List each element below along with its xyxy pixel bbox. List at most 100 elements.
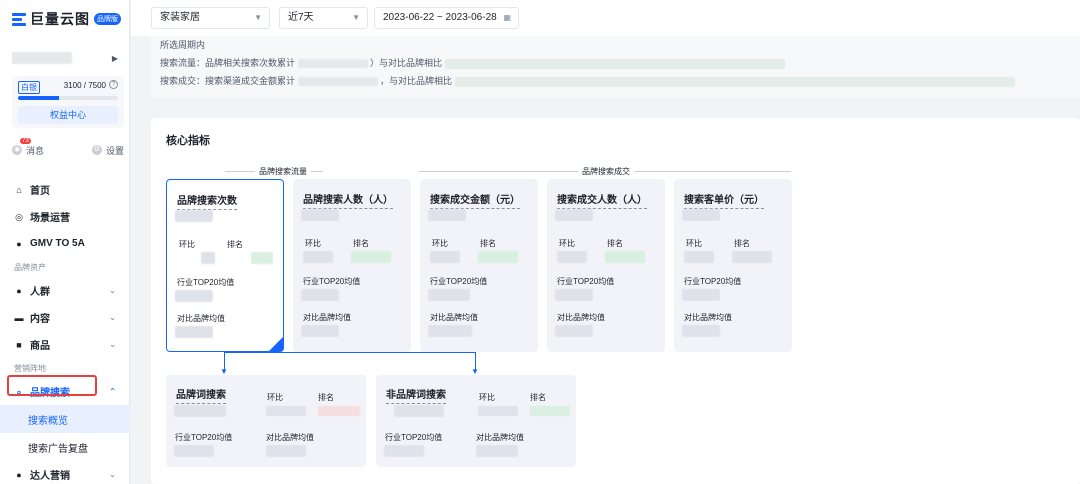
sub-card-title: 非品牌词搜索: [386, 386, 446, 404]
caret-right-icon: ▶: [111, 53, 118, 63]
messages-button[interactable]: ◉ 73 消息: [12, 138, 44, 160]
nav-gmv[interactable]: ● GMV TO 5A: [0, 230, 130, 257]
nav-talent-label: 达人营销: [30, 471, 70, 482]
filter-bar: 家装家居 ▼ 近7天 ▼ 2023-06-22 ~ 2023-06-28 ▦: [131, 0, 1080, 36]
account-switcher[interactable]: ▶: [12, 44, 118, 72]
rank-label: 排名: [530, 393, 546, 402]
scene-icon: ◎: [15, 211, 23, 222]
period-select[interactable]: 近7天 ▼: [279, 7, 368, 29]
sidebar-nav: ⌂ 首页 ◎ 场景运营 ● GMV TO 5A 品牌资产 ● 人群 ⌄ ▬ 内容 ⌄ ■ 商品 ⌄…: [0, 176, 130, 484]
account-name-redacted: [12, 52, 72, 64]
redacted-value: [444, 58, 785, 69]
mom-label: 环比: [432, 239, 448, 248]
compare-label: 对比品牌均值: [266, 433, 314, 442]
mom-label: 环比: [267, 393, 283, 402]
question-icon[interactable]: ?: [109, 80, 118, 89]
benefit-center-button[interactable]: 权益中心: [18, 106, 118, 124]
metric-card-title: 品牌搜索人数（人）: [303, 191, 393, 209]
settings-button[interactable]: ⚙ 设置: [91, 140, 124, 160]
summary-line-3-prefix: 搜索成交：搜索渠道成交金额累计: [160, 76, 296, 86]
calendar-icon: ▦: [503, 13, 511, 22]
metric-card-brand-search-count[interactable]: 品牌搜索次数 环比 排名 行业TOP20均值 对比品牌均值: [166, 179, 284, 352]
logo-icon: [12, 12, 26, 26]
nav-goods[interactable]: ■ 商品 ⌄: [0, 331, 130, 358]
bag-icon: ■: [16, 339, 22, 350]
rank-label: 排名: [353, 239, 369, 248]
nav-home-label: 首页: [30, 186, 50, 197]
period-value: 近7天: [288, 12, 314, 23]
metric-card-title: 搜索成交人数（人）: [557, 191, 647, 209]
metric-card-search-buyers[interactable]: 搜索成交人数（人） 环比 排名 行业TOP20均值 对比品牌均值: [547, 179, 665, 352]
core-metrics-title: 核心指标: [166, 135, 210, 147]
sidebar: 巨量云图 品牌版 ▶ 白银 3100 / 7500 ? 权益中心 ◉ 73 消息…: [0, 0, 130, 484]
nav-content-label: 内容: [30, 314, 50, 325]
nav-scene-label: 场景运营: [30, 213, 70, 224]
nav-search-overview[interactable]: 搜索概览: [0, 405, 130, 433]
metric-card-brand-search-users[interactable]: 品牌搜索人数（人） 环比 排名 行业TOP20均值 对比品牌均值: [293, 179, 411, 352]
compare-label: 对比品牌均值: [177, 314, 225, 323]
chevron-up-icon: ⌃: [109, 387, 116, 396]
redacted-value: [297, 77, 378, 87]
crowd-icon: ●: [16, 285, 22, 296]
nav-group-brand-assets: 品牌资产: [14, 262, 46, 272]
metric-card-search-gmv[interactable]: 搜索成交金额（元） 环比 排名 行业TOP20均值 对比品牌均值: [420, 179, 538, 352]
selected-corner-icon: [269, 337, 283, 351]
nav-content[interactable]: ▬ 内容 ⌄: [0, 304, 130, 331]
mom-label: 环比: [305, 239, 321, 248]
compare-label: 对比品牌均值: [476, 433, 524, 442]
quota-level-badge: 白银: [18, 81, 40, 94]
top20-label: 行业TOP20均值: [557, 277, 615, 286]
metric-card-title: 搜索成交金额（元）: [430, 191, 520, 209]
nav-search-ad-review[interactable]: 搜索广告复盘: [0, 433, 130, 461]
sub-card-non-brand-keyword-search[interactable]: 非品牌词搜索 环比 排名 行业TOP20均值 对比品牌均值: [376, 375, 576, 467]
core-metrics-panel: 核心指标 品牌搜索流量 品牌搜索成交 品牌搜索次数 环比 排名 行业TOP20均…: [151, 118, 1080, 484]
quota-progress: [18, 96, 118, 100]
highlight-annotation: [7, 375, 97, 396]
industry-select[interactable]: 家装家居 ▼: [151, 7, 270, 29]
nav-talent[interactable]: ● 达人营销 ⌄: [0, 461, 130, 484]
nav-goods-label: 商品: [30, 341, 50, 352]
connector-line: [224, 352, 476, 353]
chevron-down-icon: ⌄: [109, 313, 116, 322]
message-badge: 73: [20, 138, 31, 144]
compare-label: 对比品牌均值: [303, 313, 351, 322]
nav-gmv-label: GMV TO 5A: [30, 238, 85, 249]
group-label-deal: 品牌搜索成交: [578, 166, 634, 177]
home-icon: ⌂: [16, 184, 22, 195]
industry-value: 家装家居: [160, 12, 200, 23]
sub-card-brand-keyword-search[interactable]: 品牌词搜索 环比 排名 行业TOP20均值 对比品牌均值: [166, 375, 366, 467]
compare-label: 对比品牌均值: [684, 313, 732, 322]
user-icon: ●: [16, 238, 22, 249]
date-range-value: 2023-06-22 ~ 2023-06-28: [383, 12, 497, 23]
chevron-down-icon: ▼: [352, 13, 360, 22]
summary-line-2-suffix: ）与对比品牌相比: [370, 58, 443, 68]
sub-card-title: 品牌词搜索: [176, 386, 226, 404]
rank-label: 排名: [318, 393, 334, 402]
compare-label: 对比品牌均值: [557, 313, 605, 322]
brand-badge: 品牌版: [94, 13, 121, 25]
summary-box: 所选周期内 搜索流量：品牌相关搜索次数累计 ）与对比品牌相比 搜索成交：搜索渠道…: [151, 36, 1080, 98]
metric-card-title: 品牌搜索次数: [177, 192, 237, 210]
quota-card: 白银 3100 / 7500 ? 权益中心: [12, 76, 124, 128]
chevron-down-icon: ▼: [254, 13, 262, 22]
nav-scene[interactable]: ◎ 场景运营: [0, 203, 130, 230]
gear-icon: ⚙: [91, 145, 102, 155]
nav-home[interactable]: ⌂ 首页: [0, 176, 130, 203]
metric-card-avg-order-value[interactable]: 搜索客单价（元） 环比 排名 行业TOP20均值 对比品牌均值: [674, 179, 792, 352]
top20-label: 行业TOP20均值: [303, 277, 361, 286]
nav-crowd[interactable]: ● 人群 ⌄: [0, 277, 130, 304]
brand-name: 巨量云图: [30, 11, 90, 27]
group-label-traffic: 品牌搜索流量: [255, 166, 311, 177]
summary-line-2-prefix: 搜索流量：品牌相关搜索次数累计: [160, 58, 296, 68]
mom-label: 环比: [559, 239, 575, 248]
summary-line-3: 搜索成交：搜索渠道成交金额累计 ，与对比品牌相比: [160, 74, 1015, 87]
summary-line-1: 所选周期内: [160, 40, 206, 50]
top20-label: 行业TOP20均值: [177, 278, 235, 287]
chevron-down-icon: ⌄: [109, 470, 116, 479]
rank-label: 排名: [607, 239, 623, 248]
date-range-picker[interactable]: 2023-06-22 ~ 2023-06-28 ▦: [374, 7, 519, 29]
brand-logo[interactable]: 巨量云图 品牌版: [12, 10, 121, 28]
top20-label: 行业TOP20均值: [430, 277, 488, 286]
top20-label: 行业TOP20均值: [684, 277, 742, 286]
rank-label: 排名: [480, 239, 496, 248]
